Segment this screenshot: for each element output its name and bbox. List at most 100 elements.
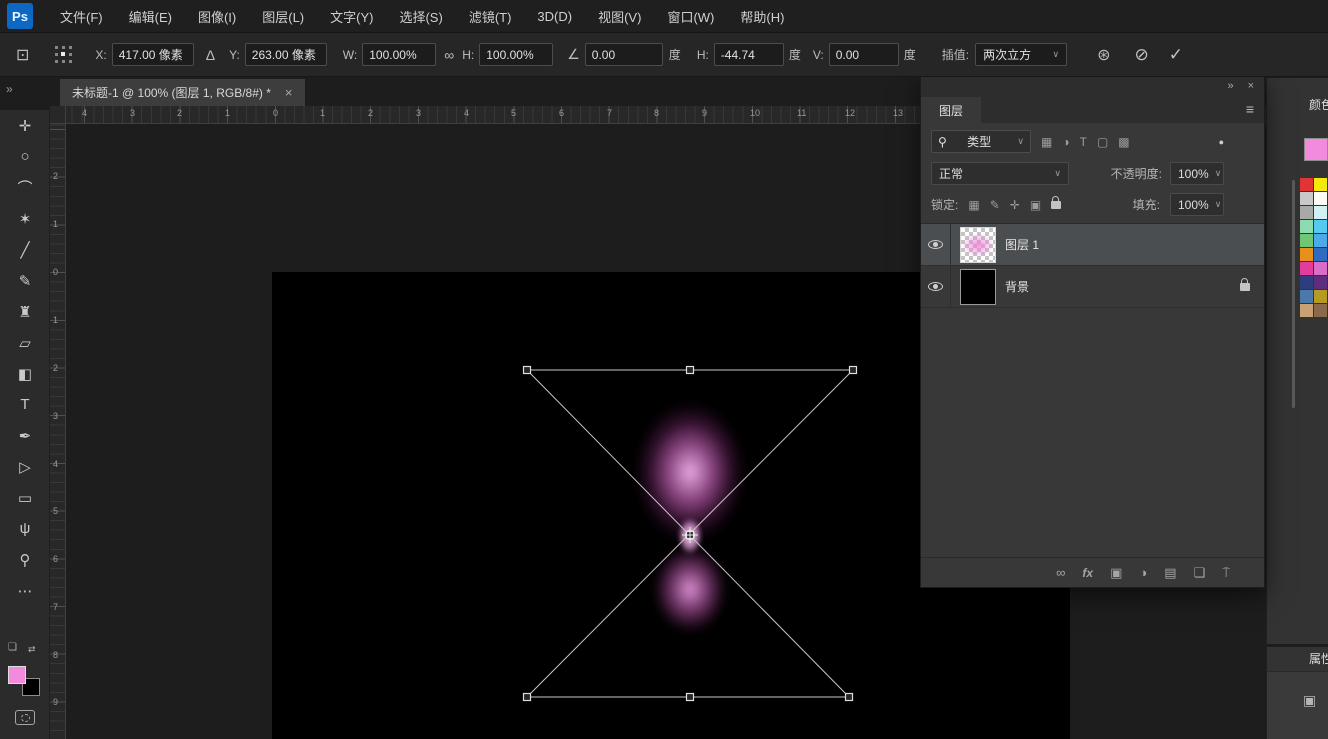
lock-all-icon[interactable] [1051, 201, 1061, 209]
color-swatch[interactable] [1314, 304, 1327, 317]
layer-name[interactable]: 图层 1 [1005, 236, 1039, 253]
color-swatch[interactable] [1300, 220, 1313, 233]
pen-tool[interactable]: ✒ [0, 420, 50, 451]
transform-handle[interactable] [687, 367, 694, 374]
transform-handle[interactable] [850, 367, 857, 374]
visibility-cell[interactable] [921, 266, 951, 307]
color-swatch[interactable] [1300, 192, 1313, 205]
color-swatch[interactable] [1314, 178, 1327, 191]
quick-mask-icon[interactable] [15, 710, 35, 725]
filter-pixel-layers-icon[interactable]: ▦ [1041, 135, 1052, 149]
panel-menu-icon[interactable]: ≡ [1246, 101, 1254, 117]
filter-adjustment-layers-icon[interactable]: ◑ [1062, 135, 1069, 149]
color-swatch[interactable] [1314, 220, 1327, 233]
tab-layers[interactable]: 图层 [921, 97, 981, 123]
color-swatch[interactable] [1314, 234, 1327, 247]
height-input[interactable]: 100.00% [479, 43, 553, 66]
v-skew-input[interactable]: 0.00 [829, 43, 899, 66]
app-logo[interactable]: Ps [7, 3, 33, 29]
link-layers-icon[interactable]: ∞ [1056, 565, 1065, 580]
layer-style-icon[interactable]: fx [1082, 566, 1093, 580]
menu-image[interactable]: 图像(I) [185, 0, 249, 32]
new-layer-icon[interactable]: ❏ [1194, 565, 1206, 581]
lock-position-icon[interactable]: ✛ [1010, 198, 1020, 212]
menu-help[interactable]: 帮助(H) [727, 0, 797, 32]
color-swatch[interactable] [1314, 262, 1327, 275]
layer-row[interactable]: 背景 [921, 266, 1264, 308]
document-tab[interactable]: 未标题-1 @ 100% (图层 1, RGB/8#) * × [60, 79, 305, 106]
layer-row[interactable]: 图层 1 [921, 224, 1264, 266]
color-swatch[interactable] [1314, 248, 1327, 261]
lock-paint-icon[interactable]: ✎ [990, 198, 1000, 212]
cancel-transform-button[interactable]: ⊘ [1135, 45, 1149, 65]
x-input[interactable]: 417.00 像素 [112, 43, 194, 66]
menu-view[interactable]: 视图(V) [585, 0, 654, 32]
y-input[interactable]: 263.00 像素 [245, 43, 327, 66]
color-swatch[interactable] [1314, 290, 1327, 303]
layer-thumbnail[interactable] [960, 269, 996, 305]
more-tools-button[interactable]: ⋯ [0, 575, 50, 606]
color-swatch[interactable] [1300, 234, 1313, 247]
hand-tool[interactable]: ψ [0, 513, 50, 544]
color-swatch[interactable] [1300, 262, 1313, 275]
panel-collapse-icon[interactable]: » [1227, 80, 1233, 92]
shape-tool[interactable]: ▭ [0, 482, 50, 513]
tab-properties-panel[interactable]: 属性 [1267, 644, 1328, 668]
h-skew-input[interactable]: -44.74 [714, 43, 784, 66]
relative-position-toggle[interactable]: Δ [206, 47, 215, 63]
document-tab-close-icon[interactable]: × [285, 85, 293, 100]
menu-file[interactable]: 文件(F) [47, 0, 116, 32]
clone-stamp-tool[interactable]: ♜ [0, 296, 50, 327]
path-selection-tool[interactable]: ▷ [0, 451, 50, 482]
swatches-scrollbar[interactable] [1292, 180, 1295, 408]
width-input[interactable]: 100.00% [362, 43, 436, 66]
menu-filter[interactable]: 滤镜(T) [456, 0, 525, 32]
transform-handle[interactable] [687, 694, 694, 701]
menu-layer[interactable]: 图层(L) [249, 0, 317, 32]
lasso-tool[interactable]: ⌒ [0, 172, 50, 203]
color-swatch[interactable] [1300, 248, 1313, 261]
warp-mode-toggle[interactable]: ⊛ [1097, 45, 1110, 65]
color-swatch[interactable] [1300, 178, 1313, 191]
color-swatch[interactable] [1300, 290, 1313, 303]
menu-select[interactable]: 选择(S) [386, 0, 455, 32]
filter-toggle-icon[interactable]: ● [1219, 137, 1224, 147]
filter-type-layers-icon[interactable]: T [1080, 135, 1087, 149]
eraser-tool[interactable]: ▱ [0, 327, 50, 358]
visibility-cell[interactable] [921, 224, 951, 265]
layer-filter-select[interactable]: ⚲ 类型 ∨ [931, 130, 1031, 153]
eye-icon[interactable] [928, 282, 943, 291]
marquee-tool[interactable]: ○ [0, 141, 50, 172]
zoom-tool[interactable]: ⚲ [0, 544, 50, 575]
link-dimensions-icon[interactable]: ∞ [444, 47, 454, 63]
menu-window[interactable]: 窗口(W) [654, 0, 727, 32]
panel-close-icon[interactable]: × [1248, 80, 1254, 92]
add-layer-mask-icon[interactable]: ▣ [1110, 565, 1122, 581]
color-swatch[interactable] [1300, 206, 1313, 219]
brush-tool[interactable]: ✎ [0, 265, 50, 296]
menu-edit[interactable]: 编辑(E) [116, 0, 185, 32]
lock-artboard-icon[interactable]: ▣ [1030, 198, 1041, 212]
transform-handle[interactable] [524, 367, 531, 374]
new-adjustment-layer-icon[interactable]: ◑ [1139, 565, 1147, 580]
transform-handle[interactable] [846, 694, 853, 701]
tab-color-panel[interactable]: 颜色 [1267, 94, 1328, 116]
new-group-icon[interactable]: ▤ [1164, 565, 1176, 581]
rotate-input[interactable]: 0.00 [585, 43, 663, 66]
filter-smart-objects-icon[interactable]: ▩ [1118, 135, 1129, 149]
paint-bucket-tool[interactable]: ◧ [0, 358, 50, 389]
menu-type[interactable]: 文字(Y) [317, 0, 386, 32]
swap-colors-icon[interactable]: ⇄ [28, 644, 36, 655]
blend-mode-select[interactable]: 正常 ∨ [931, 162, 1069, 185]
interpolation-select[interactable]: 两次立方 ∨ [975, 43, 1067, 66]
eyedropper-tool[interactable]: ╱ [0, 234, 50, 265]
toolbar-collapse-icon[interactable]: » [6, 82, 13, 96]
eye-icon[interactable] [928, 240, 943, 249]
lock-transparency-icon[interactable]: ▦ [968, 198, 979, 212]
color-swatch[interactable] [1314, 192, 1327, 205]
opacity-input[interactable]: 100% ∨ [1170, 162, 1224, 185]
color-panel-foreground-swatch[interactable] [1304, 138, 1328, 161]
layer-name[interactable]: 背景 [1005, 278, 1029, 295]
menu-3d[interactable]: 3D(D) [524, 0, 585, 32]
color-swatch[interactable] [1314, 276, 1327, 289]
